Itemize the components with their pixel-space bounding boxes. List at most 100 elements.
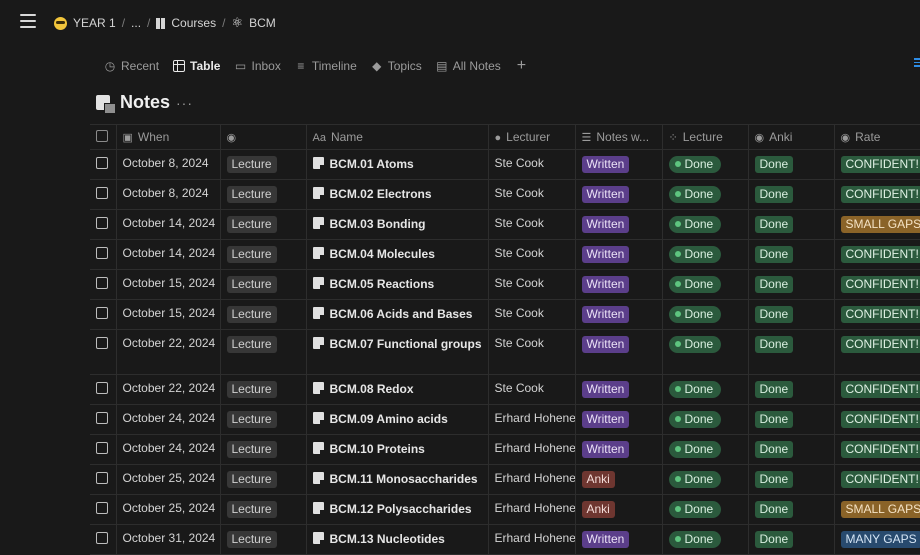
row-select-cell[interactable] [90,465,116,495]
type-cell[interactable]: Lecture [220,405,306,435]
rate-cell[interactable]: MANY GAPS [834,525,920,555]
note-title-link[interactable]: BCM.05 Reactions [330,277,435,291]
anki-cell[interactable]: Done [748,330,834,375]
note-title-link[interactable]: BCM.01 Atoms [330,157,414,171]
name-cell[interactable]: BCM.07 Functional groups [306,330,488,375]
tab-table[interactable]: Table [173,59,220,73]
filter-icon[interactable] [914,58,920,69]
breadcrumb-year[interactable]: YEAR 1 [73,16,116,30]
lecture-cell[interactable]: Done [662,270,748,300]
name-cell[interactable]: BCM.05 Reactions [306,270,488,300]
note-title-link[interactable]: BCM.03 Bonding [330,217,426,231]
anki-cell[interactable]: Done [748,525,834,555]
lecturer-cell[interactable]: Ste Cook [488,300,575,330]
lecture-cell[interactable]: Done [662,435,748,465]
lecture-cell[interactable]: Done [662,525,748,555]
date-cell[interactable]: October 31, 2024 [116,525,220,555]
tab-inbox[interactable]: ▭ Inbox [234,59,280,73]
table-row[interactable]: October 8, 2024LectureBCM.01 AtomsSte Co… [90,150,920,180]
anki-cell[interactable]: Done [748,495,834,525]
notes-cell[interactable]: Written [575,330,662,375]
type-cell[interactable]: Lecture [220,435,306,465]
date-cell[interactable]: October 15, 2024 [116,270,220,300]
name-cell[interactable]: BCM.04 Molecules [306,240,488,270]
lecture-cell[interactable]: Done [662,240,748,270]
row-select-cell[interactable] [90,240,116,270]
notes-cell[interactable]: Written [575,180,662,210]
name-cell[interactable]: BCM.13 Nucleotides [306,525,488,555]
date-cell[interactable]: October 22, 2024 [116,375,220,405]
type-cell[interactable]: Lecture [220,300,306,330]
lecture-cell[interactable]: Done [662,405,748,435]
lecture-cell[interactable]: Done [662,495,748,525]
row-select-cell[interactable] [90,375,116,405]
table-row[interactable]: October 22, 2024LectureBCM.07 Functional… [90,330,920,375]
more-options-button[interactable]: ··· [176,95,193,111]
lecture-cell[interactable]: Done [662,375,748,405]
table-row[interactable]: October 14, 2024LectureBCM.03 BondingSte… [90,210,920,240]
row-checkbox[interactable] [96,247,108,259]
anki-cell[interactable]: Done [748,240,834,270]
note-title-link[interactable]: BCM.13 Nucleotides [330,532,445,546]
tab-all-notes[interactable]: ▤ All Notes [436,59,501,73]
name-cell[interactable]: BCM.01 Atoms [306,150,488,180]
type-cell[interactable]: Lecture [220,465,306,495]
table-row[interactable]: October 25, 2024LectureBCM.11 Monosaccha… [90,465,920,495]
note-title-link[interactable]: BCM.07 Functional groups [330,337,482,351]
date-cell[interactable]: October 25, 2024 [116,495,220,525]
note-title-link[interactable]: BCM.10 Proteins [330,442,425,456]
row-select-cell[interactable] [90,330,116,375]
date-cell[interactable]: October 8, 2024 [116,150,220,180]
row-checkbox[interactable] [96,217,108,229]
select-all-checkbox[interactable] [96,130,108,142]
lecturer-cell[interactable]: Erhard Hohene [488,495,575,525]
rate-cell[interactable]: CONFIDENT! [834,435,920,465]
lecture-cell[interactable]: Done [662,150,748,180]
lecturer-cell[interactable]: Erhard Hohene [488,525,575,555]
note-title-link[interactable]: BCM.08 Redox [330,382,414,396]
notes-cell[interactable]: Written [575,150,662,180]
row-select-cell[interactable] [90,180,116,210]
lecturer-cell[interactable]: Ste Cook [488,150,575,180]
notes-cell[interactable]: Written [575,240,662,270]
type-cell[interactable]: Lecture [220,375,306,405]
lecturer-cell[interactable]: Ste Cook [488,240,575,270]
lecturer-cell[interactable]: Ste Cook [488,180,575,210]
table-row[interactable]: October 31, 2024LectureBCM.13 Nucleotide… [90,525,920,555]
header-when[interactable]: ▣When [116,125,220,150]
lecturer-cell[interactable]: Ste Cook [488,375,575,405]
note-title-link[interactable]: BCM.12 Polysaccharides [330,502,472,516]
rate-cell[interactable]: CONFIDENT! [834,375,920,405]
notes-cell[interactable]: Written [575,435,662,465]
lecture-cell[interactable]: Done [662,300,748,330]
notes-cell[interactable]: Anki [575,495,662,525]
note-title-link[interactable]: BCM.09 Amino acids [330,412,448,426]
type-cell[interactable]: Lecture [220,495,306,525]
type-cell[interactable]: Lecture [220,240,306,270]
anki-cell[interactable]: Done [748,435,834,465]
lecture-cell[interactable]: Done [662,180,748,210]
note-title-link[interactable]: BCM.02 Electrons [330,187,432,201]
date-cell[interactable]: October 15, 2024 [116,300,220,330]
notes-cell[interactable]: Written [575,375,662,405]
rate-cell[interactable]: CONFIDENT! [834,180,920,210]
rate-cell[interactable]: SMALL GAPS [834,495,920,525]
header-lecturer[interactable]: ●Lecturer [488,125,575,150]
row-checkbox[interactable] [96,442,108,454]
type-cell[interactable]: Lecture [220,330,306,375]
rate-cell[interactable]: CONFIDENT! [834,300,920,330]
name-cell[interactable]: BCM.12 Polysaccharides [306,495,488,525]
row-select-cell[interactable] [90,270,116,300]
type-cell[interactable]: Lecture [220,270,306,300]
date-cell[interactable]: October 14, 2024 [116,240,220,270]
rate-cell[interactable]: CONFIDENT! [834,405,920,435]
table-row[interactable]: October 15, 2024LectureBCM.06 Acids and … [90,300,920,330]
lecturer-cell[interactable]: Erhard Hohene [488,405,575,435]
note-title-link[interactable]: BCM.04 Molecules [330,247,435,261]
row-checkbox[interactable] [96,337,108,349]
header-type[interactable]: ◉ [220,125,306,150]
table-row[interactable]: October 14, 2024Lecture BCM.04 Molecules S… [90,240,920,270]
breadcrumb-ellipsis[interactable]: ... [131,16,141,30]
anki-cell[interactable]: Done [748,405,834,435]
row-checkbox[interactable] [96,502,108,514]
